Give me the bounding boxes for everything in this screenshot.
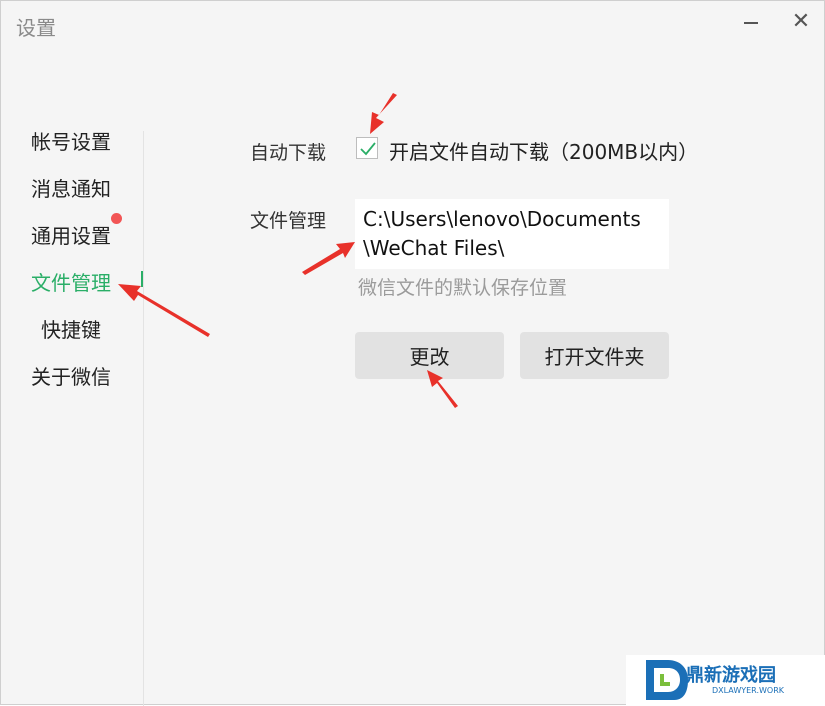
notification-badge [111, 213, 122, 224]
sidebar-item-about[interactable]: 关于微信 [31, 361, 111, 390]
auto-download-checkbox[interactable] [356, 137, 378, 159]
file-path-display: C:\Users\lenovo\Documents\WeChat Files\ [355, 199, 669, 269]
close-button[interactable]: ✕ [785, 7, 817, 35]
window-title: 设置 [16, 16, 56, 40]
sidebar-item-file-management[interactable]: 文件管理 [31, 267, 111, 296]
checkmark-icon [360, 142, 376, 156]
file-management-label: 文件管理 [250, 210, 327, 232]
settings-window: 设置 ✕ 帐号设置 消息通知 通用设置 文件管理 快捷键 关于微信 自动下载 开… [0, 0, 825, 706]
sidebar-item-general[interactable]: 通用设置 [31, 220, 111, 249]
auto-download-text[interactable]: 开启文件自动下载（200MB以内） [389, 136, 698, 165]
close-icon: ✕ [791, 8, 811, 34]
sidebar-item-notifications[interactable]: 消息通知 [31, 173, 111, 202]
watermark: 鼎新游戏园 DXLAWYER.WORK [626, 655, 825, 705]
file-path-hint: 微信文件的默认保存位置 [358, 277, 568, 299]
watermark-text: 鼎新游戏园 [686, 665, 776, 686]
minimize-button[interactable] [735, 7, 767, 35]
minimize-icon [744, 22, 758, 24]
change-button[interactable]: 更改 [355, 332, 504, 379]
auto-download-label: 自动下载 [250, 142, 327, 164]
open-folder-button[interactable]: 打开文件夹 [520, 332, 669, 379]
sidebar-divider [143, 131, 144, 706]
sidebar-item-shortcuts[interactable]: 快捷键 [41, 314, 101, 343]
sidebar-item-account[interactable]: 帐号设置 [31, 126, 111, 155]
watermark-logo-icon [646, 660, 688, 700]
watermark-subtext: DXLAWYER.WORK [712, 686, 784, 695]
